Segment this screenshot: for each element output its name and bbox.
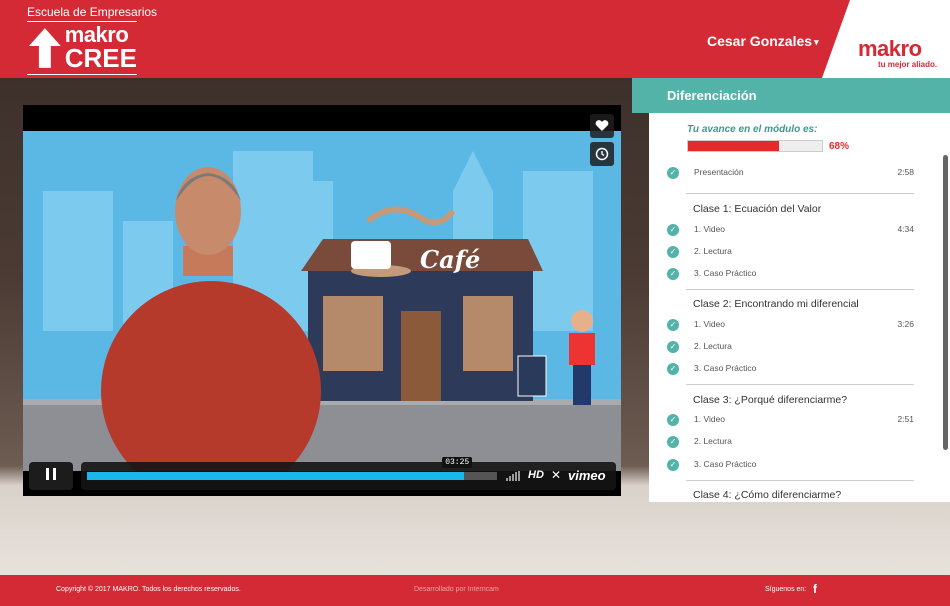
scrollbar[interactable] (943, 155, 948, 450)
lesson-item[interactable]: ✓ Presentación 2:58 (667, 164, 914, 184)
class-title[interactable]: Clase 1: Ecuación del Valor (693, 203, 821, 215)
like-button[interactable] (590, 114, 614, 138)
brand-word-cree: CREE (64, 42, 137, 73)
user-menu[interactable]: Cesar Gonzales ▾ (707, 33, 819, 49)
hd-button[interactable]: HD (528, 469, 544, 481)
lesson-label: 2. Lectura (694, 341, 732, 351)
header: Escuela de Empresarios makro CREE Cesar … (0, 0, 950, 78)
class-title[interactable]: Clase 4: ¿Cómo diferenciarme? (693, 489, 841, 501)
lesson-duration: 3:26 (897, 319, 914, 329)
course-sidebar: Diferenciación Tu avance en el módulo es… (632, 78, 950, 502)
lesson-item[interactable]: ✓ 3. Caso Práctico (667, 265, 914, 285)
makro-cree-logo[interactable]: Escuela de Empresarios makro CREE (27, 6, 157, 75)
developer-link[interactable]: Desarrollado por Interncam (414, 586, 499, 593)
time-indicator: 03:25 (442, 457, 473, 468)
lesson-duration: 4:34 (897, 224, 914, 234)
module-progress-fill (688, 141, 780, 151)
check-icon: ✓ (667, 224, 679, 236)
caret-down-icon: ▾ (814, 36, 819, 47)
makro-logo-text: makro (858, 36, 922, 61)
lesson-duration: 2:58 (897, 167, 914, 177)
class-title[interactable]: Clase 3: ¿Porqué diferenciarme? (693, 394, 847, 406)
check-icon: ✓ (667, 414, 679, 426)
lesson-label: 3. Caso Práctico (694, 268, 757, 278)
lesson-label: 1. Video (694, 414, 726, 424)
video-player[interactable]: Café 03:25 HD ✕ vimeo (23, 105, 621, 496)
module-title: Diferenciación (632, 78, 950, 113)
lesson-label: Presentación (694, 167, 744, 177)
check-icon: ✓ (667, 363, 679, 375)
heart-icon (595, 120, 609, 131)
brand-tagline: Escuela de Empresarios (27, 6, 157, 22)
video-frame (23, 131, 621, 471)
check-icon: ✓ (667, 436, 679, 448)
progress-label: Tu avance en el módulo es: (687, 124, 818, 135)
follow-label: Síguenos en: (765, 586, 807, 593)
check-icon: ✓ (667, 246, 679, 258)
lesson-label: 1. Video (694, 224, 726, 234)
module-progress-bar (687, 140, 823, 152)
user-name: Cesar Gonzales (707, 33, 813, 49)
vimeo-logo[interactable]: vimeo (568, 468, 606, 483)
volume-icon[interactable] (506, 471, 520, 481)
check-icon: ✓ (667, 341, 679, 353)
check-icon: ✓ (667, 319, 679, 331)
lesson-item[interactable]: ✓ 1. Video 2:51 (667, 411, 914, 431)
lesson-label: 1. Video (694, 319, 726, 329)
lesson-label: 2. Lectura (694, 436, 732, 446)
check-icon: ✓ (667, 459, 679, 471)
lesson-item[interactable]: ✓ 2. Lectura (667, 243, 914, 263)
fullscreen-icon[interactable]: ✕ (551, 468, 561, 482)
player-controls: 03:25 HD ✕ vimeo (23, 457, 621, 496)
makro-logo-tagline: tu mejor aliado. (878, 60, 938, 69)
module-progress-percent: 68% (829, 141, 850, 152)
lesson-label: 2. Lectura (694, 246, 732, 256)
clock-icon (595, 147, 609, 161)
lesson-label: 3. Caso Práctico (694, 363, 757, 373)
lesson-label: 3. Caso Práctico (694, 459, 757, 469)
lesson-item[interactable]: ✓ 2. Lectura (667, 338, 914, 358)
footer: Copyright © 2017 MAKRO. Todos los derech… (0, 575, 950, 606)
up-arrow-icon (28, 27, 61, 68)
lesson-item[interactable]: ✓ 2. Lectura (667, 433, 914, 453)
lesson-list[interactable]: Tu avance en el módulo es: 68% ✓ Present… (649, 113, 950, 502)
pause-button[interactable] (29, 462, 73, 490)
pause-icon (44, 467, 58, 485)
progress-bar[interactable]: 03:25 (87, 457, 497, 480)
cafe-sign-text: Café (420, 245, 481, 274)
facebook-icon[interactable]: f (813, 582, 817, 596)
lesson-item[interactable]: ✓ 1. Video 4:34 (667, 221, 914, 241)
makro-logo[interactable]: makro tu mejor aliado. (822, 0, 950, 78)
lesson-duration: 2:51 (897, 414, 914, 424)
check-icon: ✓ (667, 167, 679, 179)
copyright-text: Copyright © 2017 MAKRO. Todos los derech… (56, 586, 241, 593)
watch-later-button[interactable] (590, 142, 614, 166)
lesson-item[interactable]: ✓ 3. Caso Práctico (667, 360, 914, 380)
lesson-item[interactable]: ✓ 1. Video 3:26 (667, 316, 914, 336)
lesson-item[interactable]: ✓ 3. Caso Práctico (667, 456, 914, 476)
check-icon: ✓ (667, 268, 679, 280)
class-title[interactable]: Clase 2: Encontrando mi diferencial (693, 298, 859, 310)
progress-fill (87, 472, 465, 480)
